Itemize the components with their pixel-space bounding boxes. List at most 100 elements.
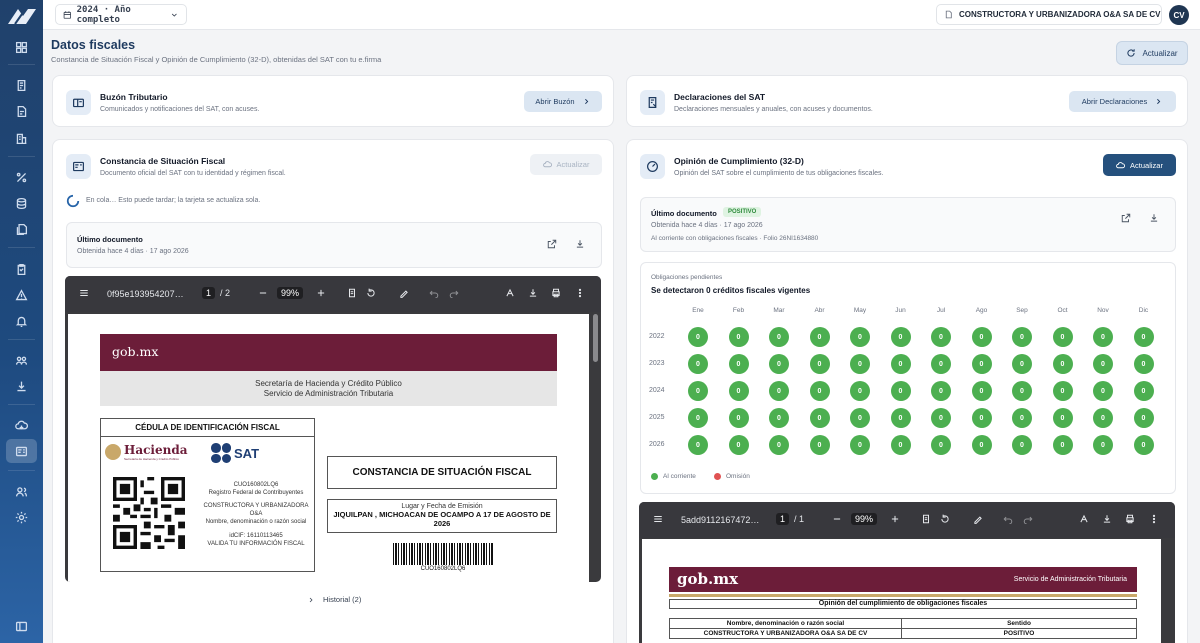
compliance-dot[interactable]: 0 xyxy=(1133,327,1154,347)
cloud-sync-icon[interactable] xyxy=(11,415,31,435)
fiscal-id-icon[interactable] xyxy=(6,439,37,463)
compliance-dot[interactable]: 0 xyxy=(809,354,830,374)
compliance-dot[interactable]: 0 xyxy=(890,381,911,401)
annotate-icon[interactable] xyxy=(973,514,983,524)
compliance-dot[interactable]: 0 xyxy=(890,435,911,455)
compliance-dot[interactable]: 0 xyxy=(1052,354,1073,374)
zoom-in-icon[interactable] xyxy=(316,288,326,298)
compliance-dot[interactable]: 0 xyxy=(1133,354,1154,374)
compliance-dot[interactable]: 0 xyxy=(688,354,708,374)
compliance-dot[interactable]: 0 xyxy=(1012,327,1032,347)
compliance-dot[interactable]: 0 xyxy=(769,327,789,347)
pdf-scrollbar[interactable] xyxy=(593,314,598,362)
menu-icon[interactable] xyxy=(79,288,89,298)
redo-icon[interactable] xyxy=(1023,514,1033,524)
compliance-dot[interactable]: 0 xyxy=(728,354,749,374)
compliance-dot[interactable]: 0 xyxy=(890,408,911,428)
redo-icon[interactable] xyxy=(449,288,459,298)
compliance-dot[interactable]: 0 xyxy=(1052,435,1073,455)
compliance-dot[interactable]: 0 xyxy=(931,354,951,374)
compliance-dot[interactable]: 0 xyxy=(850,354,870,374)
compliance-dot[interactable]: 0 xyxy=(688,381,708,401)
bell-icon[interactable] xyxy=(11,311,31,331)
compliance-dot[interactable]: 0 xyxy=(890,327,911,347)
compliance-dot[interactable]: 0 xyxy=(931,327,951,347)
compliance-dot[interactable]: 0 xyxy=(890,354,911,374)
compliance-dot[interactable]: 0 xyxy=(769,354,789,374)
print-icon[interactable] xyxy=(551,288,561,298)
compliance-dot[interactable]: 0 xyxy=(1052,327,1073,347)
compliance-dot[interactable]: 0 xyxy=(1093,408,1113,428)
compliance-dot[interactable]: 0 xyxy=(809,381,830,401)
open-external-icon[interactable] xyxy=(547,238,559,250)
compliance-dot[interactable]: 0 xyxy=(850,327,870,347)
more-options-icon[interactable] xyxy=(1149,514,1159,524)
invoice-icon[interactable] xyxy=(11,75,31,95)
zoom-in-icon[interactable] xyxy=(890,514,900,524)
compliance-dot[interactable]: 0 xyxy=(1012,408,1032,428)
compliance-dot[interactable]: 0 xyxy=(1012,435,1032,455)
settings-gear-icon[interactable] xyxy=(11,507,31,527)
compliance-dot[interactable]: 0 xyxy=(850,408,870,428)
print-icon[interactable] xyxy=(1125,514,1135,524)
undo-icon[interactable] xyxy=(429,288,439,298)
undo-icon[interactable] xyxy=(1003,514,1013,524)
compliance-dot[interactable]: 0 xyxy=(809,435,830,455)
compliance-dot[interactable]: 0 xyxy=(931,435,951,455)
compliance-dot[interactable]: 0 xyxy=(931,408,951,428)
fit-page-icon[interactable] xyxy=(921,514,931,524)
compliance-dot[interactable]: 0 xyxy=(769,408,789,428)
compliance-dot[interactable]: 0 xyxy=(1052,408,1073,428)
compliance-dot[interactable]: 0 xyxy=(971,435,992,455)
compliance-dot[interactable]: 0 xyxy=(1133,408,1154,428)
company-selector[interactable]: CONSTRUCTORA Y URBANIZADORA O&A SA DE CV xyxy=(936,4,1174,25)
compliance-dot[interactable]: 0 xyxy=(850,435,870,455)
csf-refresh-button[interactable]: Actualizar xyxy=(530,154,602,175)
team-icon[interactable] xyxy=(11,350,31,370)
zoom-level[interactable]: 99% xyxy=(851,513,878,525)
download-icon[interactable] xyxy=(1149,212,1161,224)
compliance-dot[interactable]: 0 xyxy=(850,381,870,401)
refresh-all-button[interactable]: Actualizar xyxy=(1116,41,1188,65)
compliance-dot[interactable]: 0 xyxy=(971,327,992,347)
compliance-dot[interactable]: 0 xyxy=(1052,381,1073,401)
compliance-dot[interactable]: 0 xyxy=(1133,435,1154,455)
compliance-dot[interactable]: 0 xyxy=(688,408,708,428)
compliance-dot[interactable]: 0 xyxy=(809,327,830,347)
compliance-dot[interactable]: 0 xyxy=(971,408,992,428)
percent-icon[interactable] xyxy=(11,167,31,187)
compliance-dot[interactable]: 0 xyxy=(688,327,708,347)
download-icon[interactable] xyxy=(528,288,538,298)
menu-icon[interactable] xyxy=(653,514,663,524)
compliance-dot[interactable]: 0 xyxy=(769,381,789,401)
download-icon[interactable] xyxy=(1102,514,1112,524)
compliance-dot[interactable]: 0 xyxy=(1093,327,1113,347)
clipboard-icon[interactable] xyxy=(11,259,31,279)
compliance-dot[interactable]: 0 xyxy=(1012,354,1032,374)
compliance-dot[interactable]: 0 xyxy=(728,381,749,401)
period-selector[interactable]: 2024 · Año completo xyxy=(55,4,187,25)
zoom-level[interactable]: 99% xyxy=(277,287,304,299)
history-toggle[interactable]: Historial (2) xyxy=(307,595,361,604)
dashboard-icon[interactable] xyxy=(11,37,31,57)
user-avatar[interactable]: CV xyxy=(1169,5,1189,25)
building-icon[interactable] xyxy=(11,128,31,148)
open-declaraciones-button[interactable]: Abrir Declaraciones xyxy=(1069,91,1176,112)
download-icon[interactable] xyxy=(11,376,31,396)
more-options-icon[interactable] xyxy=(575,288,585,298)
compliance-dot[interactable]: 0 xyxy=(1133,381,1154,401)
compliance-dot[interactable]: 0 xyxy=(1093,354,1113,374)
alert-icon[interactable] xyxy=(11,285,31,305)
opinion-refresh-button[interactable]: Actualizar xyxy=(1103,154,1176,176)
annotate-icon[interactable] xyxy=(399,288,409,298)
compliance-dot[interactable]: 0 xyxy=(728,435,749,455)
page-input[interactable]: 1 xyxy=(776,513,790,525)
open-buzon-button[interactable]: Abrir Buzón xyxy=(524,91,602,112)
compliance-dot[interactable]: 0 xyxy=(728,327,749,347)
compliance-dot[interactable]: 0 xyxy=(971,354,992,374)
database-icon[interactable] xyxy=(11,193,31,213)
rotate-icon[interactable] xyxy=(940,514,950,524)
add-text-icon[interactable] xyxy=(1079,514,1089,524)
compliance-dot[interactable]: 0 xyxy=(1012,381,1032,401)
users-icon[interactable] xyxy=(11,481,31,501)
